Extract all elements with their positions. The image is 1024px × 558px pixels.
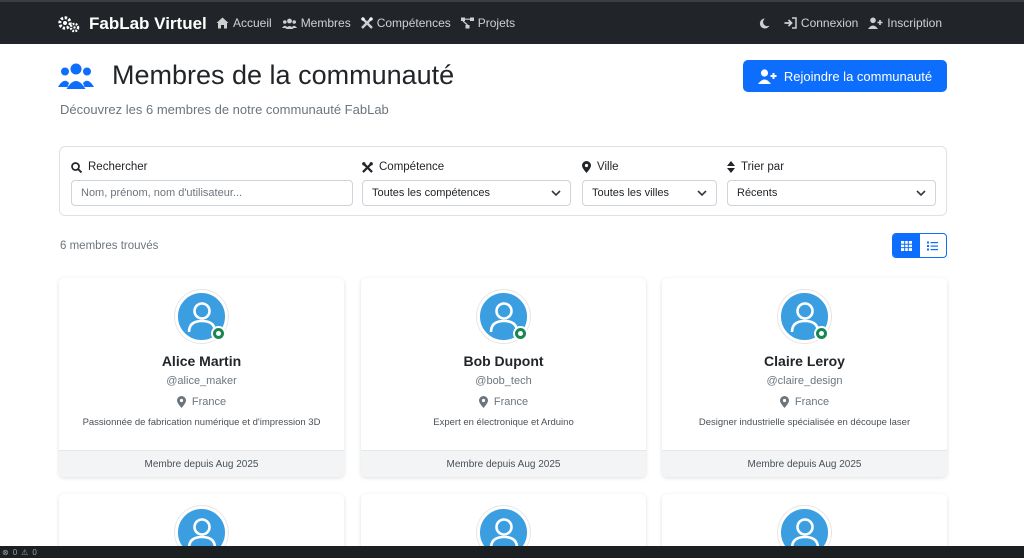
list-icon (927, 241, 939, 250)
user-icon (489, 517, 518, 548)
grid-icon (900, 240, 912, 251)
tools-icon (360, 17, 373, 29)
user-plus-icon (868, 17, 883, 29)
nav-link-label: Membres (300, 16, 351, 30)
users-icon (58, 63, 94, 89)
error-icon: ⊗ (2, 547, 9, 557)
project-diagram-icon (460, 17, 474, 29)
city-filter: Ville Toutes les villes (582, 159, 717, 206)
city-value: Toutes les villes (592, 187, 670, 199)
sort-filter: Trier par Récents (727, 159, 936, 206)
sort-select[interactable]: Récents (727, 180, 936, 206)
map-marker-icon (478, 396, 488, 408)
nav-link-label: Accueil (233, 16, 272, 30)
city-label: Ville (597, 161, 619, 173)
member-location-label: France (794, 396, 830, 408)
warning-icon: ⚠ (21, 547, 29, 557)
grid-view-button[interactable] (893, 234, 920, 257)
nav-link-membres[interactable]: Membres (281, 16, 351, 30)
member-bio: Designer industrielle spécialisée en déc… (698, 417, 911, 428)
nav-register-label: Inscription (887, 16, 942, 30)
join-community-label: Rejoindre la communauté (783, 68, 933, 84)
map-marker-icon (779, 396, 789, 408)
page-subtitle: Découvrez les 6 membres de notre communa… (60, 102, 389, 117)
sort-icon (727, 161, 735, 173)
member-location: France (662, 396, 947, 408)
map-marker-icon (582, 161, 591, 173)
moon-icon (759, 17, 770, 28)
search-input[interactable]: Nom, prénom, nom d'utilisateur... (71, 180, 353, 206)
nav-link-competences[interactable]: Compétences (360, 16, 451, 30)
map-marker-icon (176, 396, 186, 408)
nav-link-label: Projets (477, 16, 516, 30)
member-username: @alice_maker (166, 375, 237, 387)
search-icon (71, 161, 82, 173)
theme-toggle[interactable] (759, 17, 774, 29)
top-navbar: FabLab Virtuel Accueil Membres Compétenc… (0, 0, 1024, 44)
member-since: Membre depuis Aug 2025 (662, 450, 947, 477)
member-location: France (361, 396, 646, 408)
results-count: 6 membres trouvés (60, 240, 159, 252)
member-name: Alice Martin (161, 353, 242, 369)
member-location-label: France (191, 396, 227, 408)
member-since: Membre depuis Aug 2025 (361, 450, 646, 477)
user-icon (790, 517, 819, 548)
member-card[interactable]: Alice Martin @alice_maker France Passion… (59, 278, 344, 477)
brand-name: FabLab Virtuel (89, 14, 207, 33)
cogs-icon (58, 16, 80, 33)
skill-select[interactable]: Toutes les compétences (362, 180, 571, 206)
member-since: Membre depuis Aug 2025 (59, 450, 344, 477)
chevron-down-icon (916, 189, 926, 196)
users-icon (281, 18, 297, 29)
skill-label: Compétence (379, 161, 445, 173)
user-icon (187, 517, 216, 548)
online-status-icon (513, 326, 528, 341)
error-count: 0 (12, 547, 18, 557)
search-placeholder: Nom, prénom, nom d'utilisateur... (81, 187, 243, 199)
online-status-icon (211, 326, 226, 341)
online-status-icon (814, 326, 829, 341)
join-community-button[interactable]: Rejoindre la communauté (743, 60, 947, 92)
city-select[interactable]: Toutes les villes (582, 180, 717, 206)
chevron-down-icon (697, 189, 707, 196)
search-filter: Rechercher Nom, prénom, nom d'utilisateu… (71, 159, 353, 206)
member-card[interactable]: Bob Dupont @bob_tech France Expert en él… (361, 278, 646, 477)
status-bar: ⊗ 0 ⚠ 0 (0, 546, 1024, 558)
skill-filter: Compétence Toutes les compétences (362, 159, 571, 206)
chevron-down-icon (551, 189, 561, 196)
sort-label: Trier par (741, 161, 785, 173)
member-location-label: France (493, 396, 529, 408)
search-label: Rechercher (88, 161, 148, 173)
sign-in-icon (784, 17, 797, 29)
sort-value: Récents (737, 187, 778, 199)
member-location: France (59, 396, 344, 408)
member-username: @bob_tech (475, 375, 532, 387)
warning-count: 0 (32, 547, 37, 557)
page-title: Membres de la communauté (112, 60, 455, 90)
page-header: Membres de la communauté (58, 60, 454, 91)
nav-link-accueil[interactable]: Accueil (216, 16, 272, 30)
member-bio: Passionnée de fabrication numérique et d… (82, 417, 321, 428)
nav-link-label: Compétences (376, 16, 451, 30)
user-plus-icon (757, 68, 777, 84)
list-view-button[interactable] (920, 234, 947, 257)
member-name: Bob Dupont (463, 353, 544, 369)
nav-login[interactable]: Connexion (784, 16, 858, 30)
member-bio: Expert en électronique et Arduino (433, 417, 574, 428)
nav-register[interactable]: Inscription (868, 16, 942, 30)
member-name: Claire Leroy (764, 353, 845, 369)
view-toggle (892, 233, 947, 258)
member-card[interactable]: Claire Leroy @claire_design France Desig… (662, 278, 947, 477)
nav-login-label: Connexion (800, 16, 859, 30)
skill-value: Toutes les compétences (372, 187, 491, 199)
nav-link-projets[interactable]: Projets (460, 16, 516, 30)
filters-panel: Rechercher Nom, prénom, nom d'utilisateu… (59, 146, 947, 216)
home-icon (216, 17, 229, 29)
tools-icon (362, 161, 373, 173)
member-username: @claire_design (766, 375, 843, 387)
brand-link[interactable]: FabLab Virtuel (58, 14, 207, 34)
